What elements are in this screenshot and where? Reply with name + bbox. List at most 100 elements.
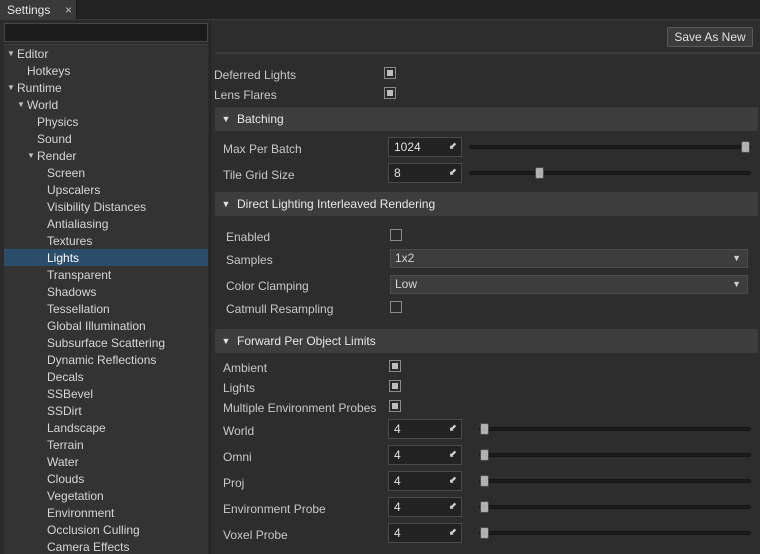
tree-item-label: Visibility Distances	[47, 199, 147, 214]
tree-item-landscape[interactable]: Landscape	[4, 419, 208, 436]
tree-item-label: World	[27, 97, 59, 112]
tree-item-render[interactable]: ▼ Render	[4, 147, 208, 164]
tree-item-subsurface-scattering[interactable]: Subsurface Scattering	[4, 334, 208, 351]
save-as-new-button[interactable]: Save As New	[667, 27, 753, 47]
adjust-icon[interactable]: ⬋	[449, 167, 457, 179]
tree-item-label: Sound	[37, 131, 72, 146]
adjust-icon[interactable]: ⬋	[449, 141, 457, 153]
tree-item-label: Landscape	[47, 420, 106, 435]
slider-handle[interactable]	[535, 167, 545, 179]
tree-item-runtime[interactable]: ▼ Runtime	[4, 79, 208, 96]
tree-item-tessellation[interactable]: Tessellation	[4, 300, 208, 317]
tree-item-environment[interactable]: Environment	[4, 504, 208, 521]
voxel-probe-label: Voxel Probe	[223, 528, 288, 542]
tree-item-physics[interactable]: Physics	[4, 113, 208, 130]
proj-field[interactable]: 4 ⬋	[388, 471, 462, 491]
color-clamping-select[interactable]: Low ▼	[390, 275, 748, 294]
environment-probe-slider[interactable]	[479, 501, 751, 513]
slider-handle[interactable]	[480, 527, 489, 539]
tree-item-upscalers[interactable]: Upscalers	[4, 181, 208, 198]
adjust-icon[interactable]: ⬋	[449, 449, 457, 461]
adjust-icon[interactable]: ⬋	[449, 423, 457, 435]
environment-probe-field[interactable]: 4 ⬋	[388, 497, 462, 517]
proj-slider[interactable]	[479, 475, 751, 487]
lens-flares-label: Lens Flares	[214, 88, 277, 102]
tree-item-world[interactable]: ▼ World	[4, 96, 208, 113]
tile-grid-size-field[interactable]: 8 ⬋	[388, 163, 462, 183]
enabled-checkbox[interactable]	[390, 229, 402, 241]
adjust-icon[interactable]: ⬋	[449, 501, 457, 513]
tree-item-label: Water	[47, 454, 79, 469]
world-label: World	[223, 424, 255, 438]
adjust-icon[interactable]: ⬋	[449, 475, 457, 487]
tree-item-antialiasing[interactable]: Antialiasing	[4, 215, 208, 232]
tab-settings[interactable]: Settings ×	[0, 0, 77, 20]
tree-item-clouds[interactable]: Clouds	[4, 470, 208, 487]
search-input[interactable]	[4, 23, 208, 42]
expand-arrow-icon[interactable]: ▼	[16, 100, 26, 109]
tree-item-decals[interactable]: Decals	[4, 368, 208, 385]
tree-item-label: Transparent	[47, 267, 112, 282]
voxel-probe-field[interactable]: 4 ⬋	[388, 523, 462, 543]
tree-item-lights[interactable]: Lights	[4, 249, 208, 266]
tree-item-textures[interactable]: Textures	[4, 232, 208, 249]
settings-tree: ▼ Editor Hotkeys ▼ Runtime ▼ World Physics Sound…	[4, 44, 208, 554]
tree-item-hotkeys[interactable]: Hotkeys	[4, 62, 208, 79]
tile-grid-size-slider[interactable]	[469, 167, 751, 179]
slider-handle[interactable]	[480, 475, 489, 487]
expand-arrow-icon[interactable]: ▼	[6, 83, 16, 92]
tree-item-shadows[interactable]: Shadows	[4, 283, 208, 300]
expand-arrow-icon[interactable]: ▼	[26, 151, 36, 160]
tree-item-occlusion-culling[interactable]: Occlusion Culling	[4, 521, 208, 538]
expand-arrow-icon[interactable]: ▼	[6, 49, 16, 58]
close-icon[interactable]: ×	[65, 2, 72, 18]
tree-item-label: Runtime	[17, 80, 62, 95]
lights-checkbox[interactable]	[389, 380, 401, 392]
section-batching[interactable]: ▼ Batching	[215, 107, 758, 131]
tree-item-label: Physics	[37, 114, 79, 129]
tree-item-global-illumination[interactable]: Global Illumination	[4, 317, 208, 334]
world-slider[interactable]	[479, 423, 751, 435]
slider-handle[interactable]	[480, 449, 489, 461]
tree-item-label: Screen	[47, 165, 86, 180]
lights-label: Lights	[223, 381, 256, 395]
tree-item-visibility-distances[interactable]: Visibility Distances	[4, 198, 208, 215]
world-field[interactable]: 4 ⬋	[388, 419, 462, 439]
samples-select[interactable]: 1x2 ▼	[390, 249, 748, 268]
tree-item-label: Vegetation	[47, 488, 104, 503]
lens-flares-checkbox[interactable]	[384, 87, 396, 99]
tree-item-terrain[interactable]: Terrain	[4, 436, 208, 453]
tree-item-water[interactable]: Water	[4, 453, 208, 470]
multiple-environment-probes-checkbox[interactable]	[389, 400, 401, 412]
ambient-checkbox[interactable]	[389, 360, 401, 372]
max-per-batch-field[interactable]: 1024 ⬋	[388, 137, 462, 157]
slider-handle[interactable]	[480, 501, 489, 513]
chevron-down-icon: ▼	[732, 279, 741, 289]
deferred-lights-checkbox[interactable]	[384, 67, 396, 79]
deferred-lights-label: Deferred Lights	[214, 68, 297, 82]
section-forward-per-object-limits[interactable]: ▼ Forward Per Object Limits	[215, 329, 758, 353]
tree-item-transparent[interactable]: Transparent	[4, 266, 208, 283]
section-direct-lighting-interleaved-rendering[interactable]: ▼ Direct Lighting Interleaved Rendering	[215, 192, 758, 216]
max-per-batch-slider[interactable]	[469, 141, 751, 153]
omni-slider[interactable]	[479, 449, 751, 461]
tree-item-ssbevel[interactable]: SSBevel	[4, 385, 208, 402]
max-per-batch-value: 1024	[394, 140, 421, 154]
tree-item-sound[interactable]: Sound	[4, 130, 208, 147]
slider-handle[interactable]	[741, 141, 750, 153]
tree-item-ssdirt[interactable]: SSDirt	[4, 402, 208, 419]
tree-item-screen[interactable]: Screen	[4, 164, 208, 181]
tile-grid-size-label: Tile Grid Size	[223, 168, 295, 182]
tree-item-vegetation[interactable]: Vegetation	[4, 487, 208, 504]
voxel-probe-slider[interactable]	[479, 527, 751, 539]
catmull-resampling-checkbox[interactable]	[390, 301, 402, 313]
tree-item-label: Dynamic Reflections	[47, 352, 157, 367]
tree-item-camera-effects[interactable]: Camera Effects	[4, 538, 208, 554]
tree-item-dynamic-reflections[interactable]: Dynamic Reflections	[4, 351, 208, 368]
adjust-icon[interactable]: ⬋	[449, 527, 457, 539]
omni-field[interactable]: 4 ⬋	[388, 445, 462, 465]
environment-probe-label: Environment Probe	[223, 502, 326, 516]
slider-handle[interactable]	[480, 423, 489, 435]
max-per-batch-label: Max Per Batch	[223, 142, 302, 156]
tree-item-editor[interactable]: ▼ Editor	[4, 45, 208, 62]
